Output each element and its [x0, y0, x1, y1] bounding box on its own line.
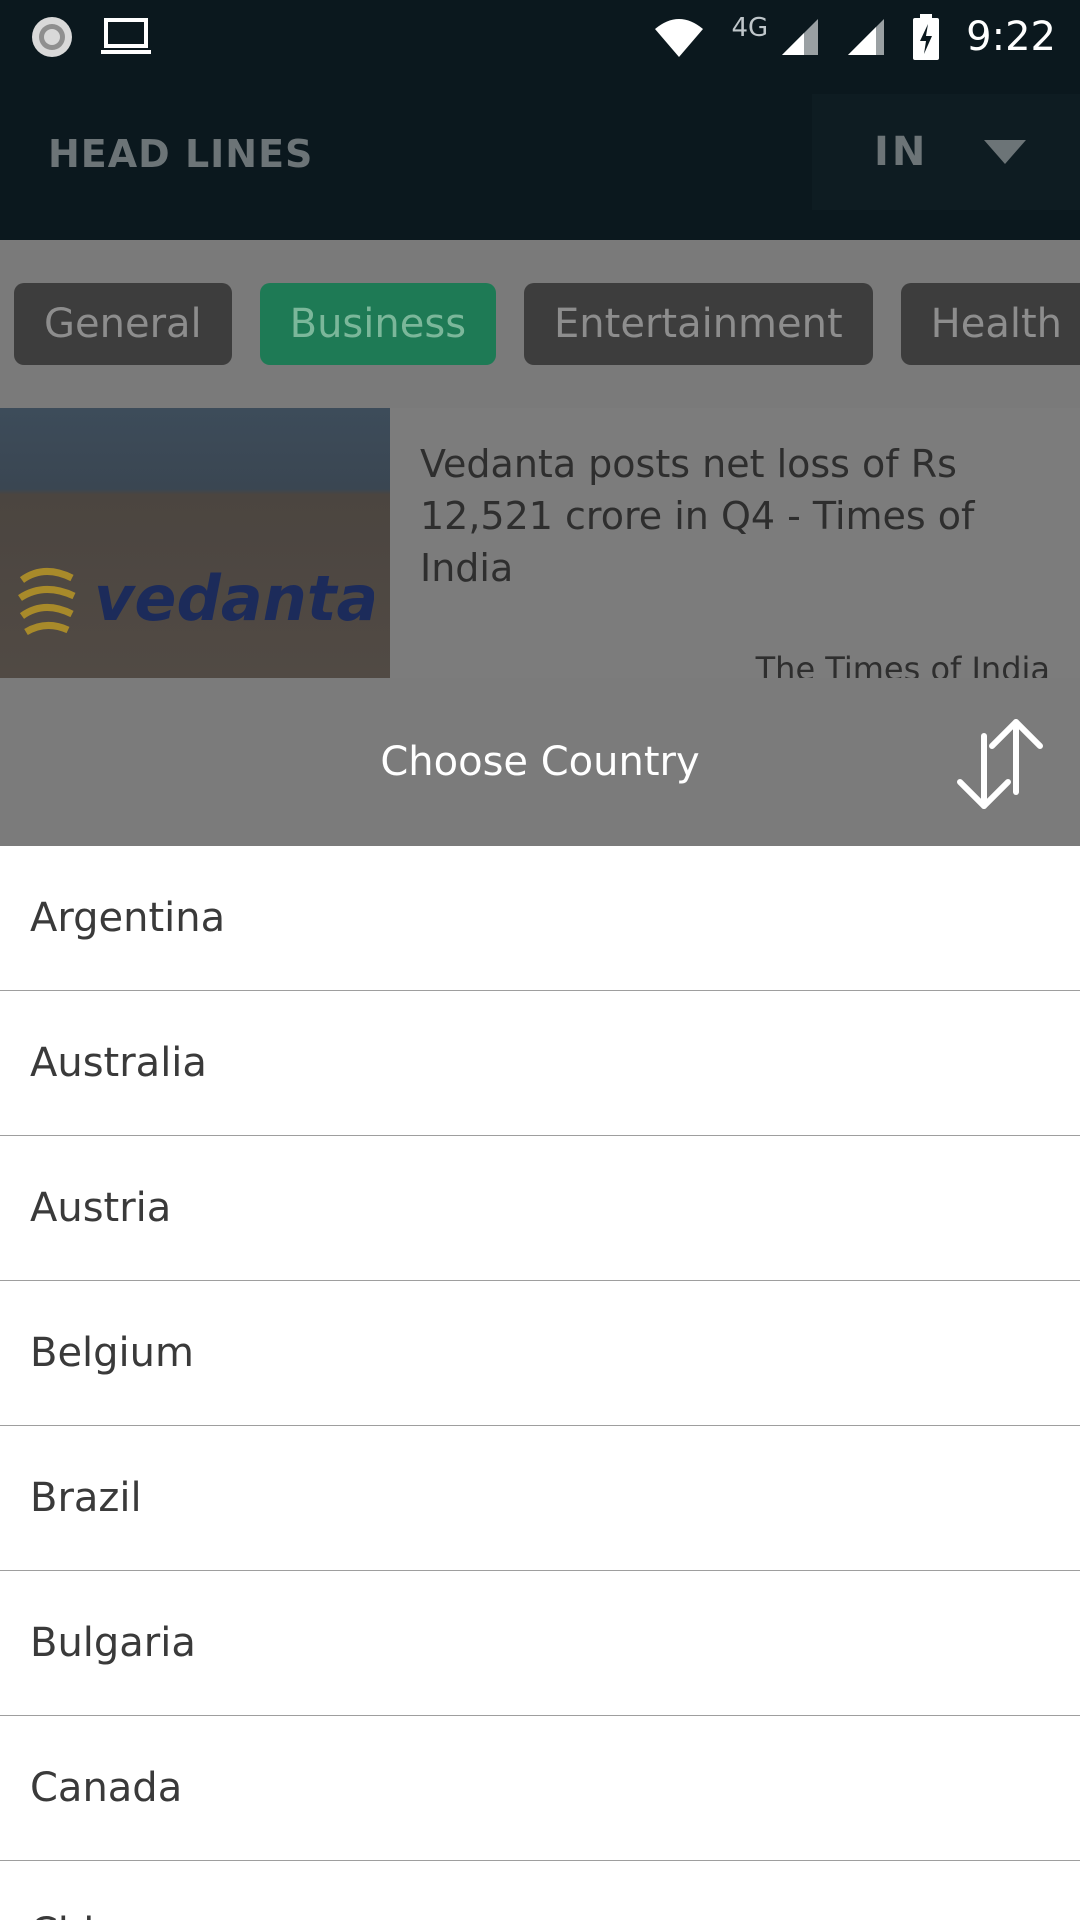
app-title: HEAD LINES [48, 132, 314, 176]
country-sheet-header: Choose Country [0, 678, 1080, 846]
country-list: Argentina Australia Austria Belgium Braz… [0, 846, 1080, 1920]
category-tabs: General Business Entertainment Health [0, 240, 1080, 408]
dropdown-arrow-icon [984, 140, 1027, 164]
country-item-argentina[interactable]: Argentina [0, 846, 1080, 991]
category-chip-health[interactable]: Health [900, 283, 1080, 365]
category-chip-entertainment[interactable]: Entertainment [524, 283, 873, 365]
article-thumbnail: vedanta [0, 408, 390, 678]
category-chip-business[interactable]: Business [259, 283, 497, 365]
country-item-brazil[interactable]: Brazil [0, 1426, 1080, 1571]
country-item-canada[interactable]: Canada [0, 1716, 1080, 1861]
sync-icon [32, 17, 72, 57]
country-selector[interactable]: IN [812, 94, 1080, 210]
app-bar: HEAD LINES IN [0, 74, 1080, 240]
article-headline: Vedanta posts net loss of Rs 12,521 cror… [420, 442, 975, 590]
clock: 9:22 [966, 14, 1056, 60]
country-item-china[interactable]: China [0, 1861, 1080, 1920]
category-chip-general[interactable]: General [14, 283, 232, 365]
laptop-icon [101, 18, 151, 54]
network-type-label: 4G [731, 13, 769, 43]
signal-icon [848, 19, 885, 55]
country-item-belgium[interactable]: Belgium [0, 1281, 1080, 1426]
country-item-austria[interactable]: Austria [0, 1136, 1080, 1281]
status-bar: 4G 9:22 [0, 0, 1080, 74]
wifi-icon [655, 19, 704, 57]
sort-icon[interactable] [954, 718, 1046, 810]
vedanta-logo-image: vedanta [18, 562, 374, 636]
news-article-card[interactable]: vedanta Vedanta posts net loss of Rs 12,… [0, 408, 1080, 678]
sheet-title: Choose Country [380, 739, 700, 785]
svg-text:vedanta: vedanta [94, 562, 374, 635]
country-item-australia[interactable]: Australia [0, 991, 1080, 1136]
article-source: The Times of India [755, 650, 1050, 678]
signal-icon [782, 19, 819, 55]
battery-charging-icon [913, 14, 940, 60]
country-item-bulgaria[interactable]: Bulgaria [0, 1571, 1080, 1716]
country-code: IN [874, 129, 929, 175]
